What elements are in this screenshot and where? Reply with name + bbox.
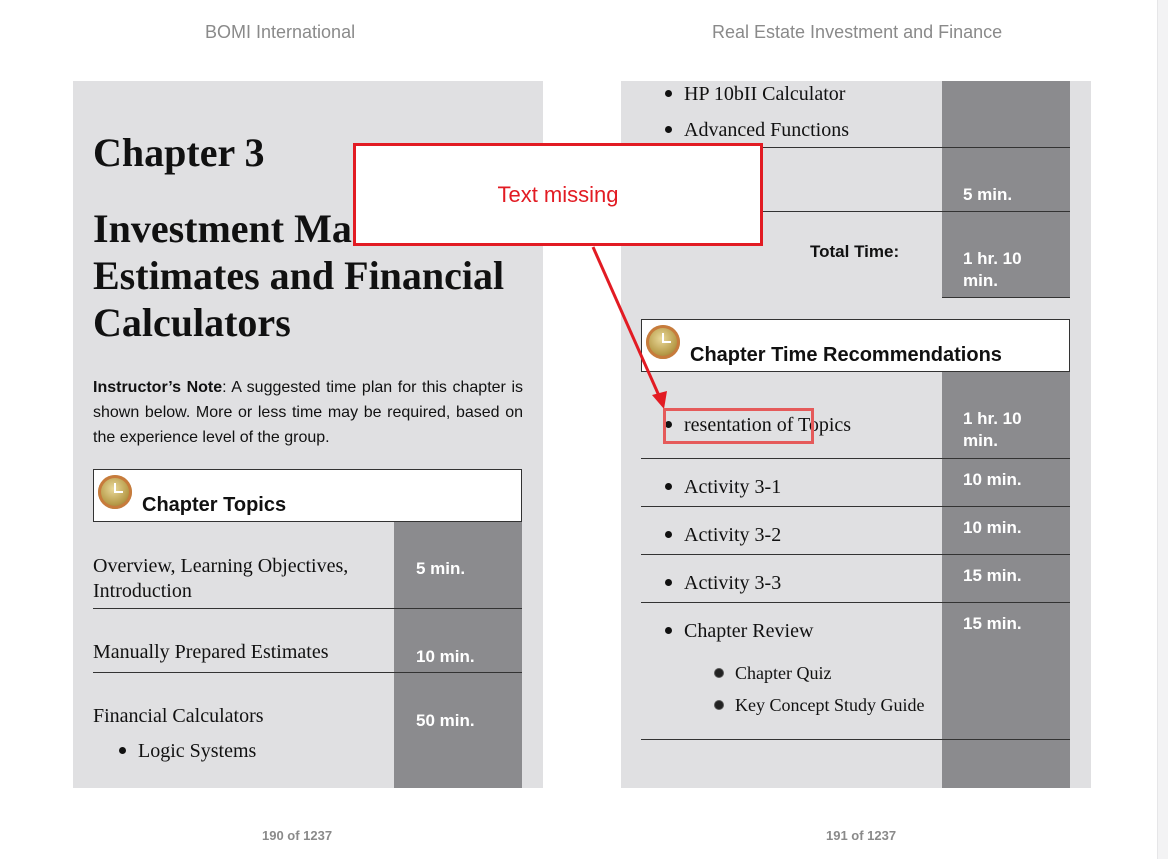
total-time-label: Total Time: xyxy=(810,242,900,261)
divider xyxy=(942,297,1070,298)
instructor-note: Instructor’s Note: A suggested time plan… xyxy=(93,375,523,450)
bullet-icon xyxy=(665,482,672,490)
rec-item: Chapter Review xyxy=(665,620,813,643)
divider xyxy=(641,458,1070,459)
chapter-title-line2: Estimates and Financial xyxy=(93,253,505,298)
divider xyxy=(93,608,522,609)
total-time-value: 1 hr. 10 min. xyxy=(963,249,1022,290)
clock-icon xyxy=(98,475,132,509)
annotation-highlight-box[interactable] xyxy=(663,408,814,444)
divider xyxy=(93,672,522,673)
left-page-number: 190 of 1237 xyxy=(262,828,333,843)
divider xyxy=(641,739,1070,740)
callout-text: Text missing xyxy=(497,182,619,207)
list-item: HP 10bII Calculator xyxy=(665,83,845,106)
chapter-topics-title: Chapter Topics xyxy=(142,494,287,516)
topic-row-financial: Financial Calculators xyxy=(93,705,264,727)
right-page-number: 191 of 1237 xyxy=(826,828,897,843)
time-recommendations-title: Chapter Time Recommendations xyxy=(690,344,1002,366)
chapter-topics-header: Chapter Topics xyxy=(93,469,522,522)
divider xyxy=(641,506,1070,507)
topic-time: 50 min. xyxy=(416,711,475,730)
rec-subitem: Chapter Quiz xyxy=(715,663,831,684)
list-item: Advanced Functions xyxy=(665,119,849,142)
clock-icon xyxy=(646,325,680,359)
rec-time: 10 min. xyxy=(963,470,1022,489)
divider xyxy=(641,554,1070,555)
topic-label: Overview, Learning Objectives, xyxy=(93,555,349,577)
topic-label: Introduction xyxy=(93,580,192,602)
bullet-icon xyxy=(715,668,723,677)
rec-item: Activity 3-1 xyxy=(665,476,781,499)
chapter-title-line3: Calculators xyxy=(93,300,291,345)
rec-time: 15 min. xyxy=(963,614,1022,633)
topic-time: 10 min. xyxy=(416,647,475,666)
bullet-icon xyxy=(715,700,723,709)
bullet-icon xyxy=(665,578,672,586)
left-running-header: BOMI International xyxy=(205,22,356,42)
topic-time: 5 min. xyxy=(416,559,466,578)
rec-time: 1 hr. 10 min. xyxy=(963,409,1022,450)
rec-time: 10 min. xyxy=(963,518,1022,537)
topic-row-manual: Manually Prepared Estimates xyxy=(93,641,329,663)
rec-time: 15 min. xyxy=(963,566,1022,585)
bullet-icon xyxy=(665,125,672,133)
rec-item: Activity 3-2 xyxy=(665,524,781,547)
rec-subitem: Key Concept Study Guide xyxy=(715,695,924,716)
bullet-icon xyxy=(665,530,672,538)
rec-item: Activity 3-3 xyxy=(665,572,781,595)
chapter-number: Chapter 3 xyxy=(93,130,265,175)
annotation-callout[interactable]: Text missing xyxy=(353,143,763,246)
bullet-icon xyxy=(665,626,672,634)
row-time: 5 min. xyxy=(963,185,1013,204)
bullet-icon xyxy=(665,89,672,97)
divider xyxy=(641,602,1070,603)
bullet-icon xyxy=(119,746,126,754)
topic-bullet: Logic Systems xyxy=(119,740,256,763)
time-recommendations-header: Chapter Time Recommendations xyxy=(641,319,1070,372)
instructor-note-label: Instructor’s Note xyxy=(93,379,223,396)
scrollbar[interactable] xyxy=(1157,0,1168,859)
topic-row-overview: Overview, Learning Objectives, Introduct… xyxy=(93,554,348,604)
right-running-header: Real Estate Investment and Finance xyxy=(712,22,1003,42)
